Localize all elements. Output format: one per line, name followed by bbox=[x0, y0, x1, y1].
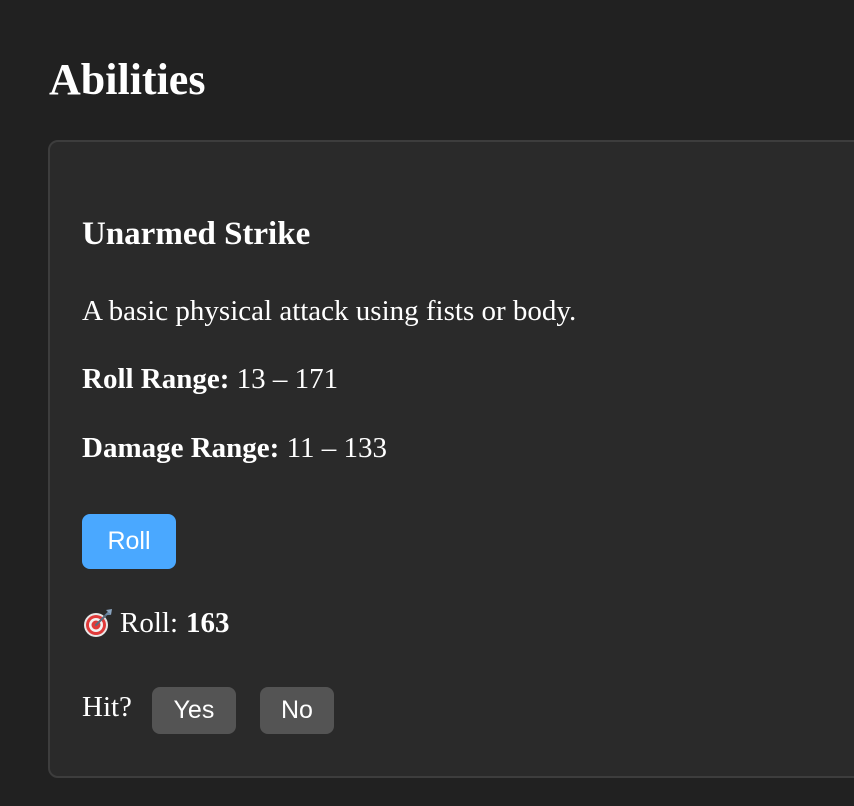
damage-range-value: 11 – 133 bbox=[286, 432, 388, 464]
ability-card: Unarmed Strike A basic physical attack u… bbox=[48, 140, 854, 778]
page-title: Abilities bbox=[49, 55, 206, 104]
roll-range-value: 13 – 171 bbox=[236, 363, 339, 395]
yes-button[interactable]: Yes bbox=[151, 687, 236, 734]
roll-result-value: 163 bbox=[186, 607, 230, 639]
no-button[interactable]: No bbox=[259, 687, 334, 734]
hit-prompt: Hit? bbox=[82, 690, 132, 723]
roll-range: Roll Range: 13 – 171 bbox=[82, 362, 338, 396]
ability-description: A basic physical attack using fists or b… bbox=[82, 295, 577, 327]
roll-range-label: Roll Range: bbox=[82, 363, 230, 395]
damage-range-label: Damage Range: bbox=[82, 432, 280, 464]
roll-result: Roll: 163 bbox=[82, 606, 230, 640]
dart-target-icon bbox=[82, 607, 114, 639]
ability-name: Unarmed Strike bbox=[82, 216, 311, 252]
roll-result-label: Roll: bbox=[120, 607, 179, 639]
hit-confirmation: Hit? Yes No bbox=[82, 687, 334, 734]
roll-button[interactable]: Roll bbox=[82, 514, 176, 569]
damage-range: Damage Range: 11 – 133 bbox=[82, 431, 387, 465]
